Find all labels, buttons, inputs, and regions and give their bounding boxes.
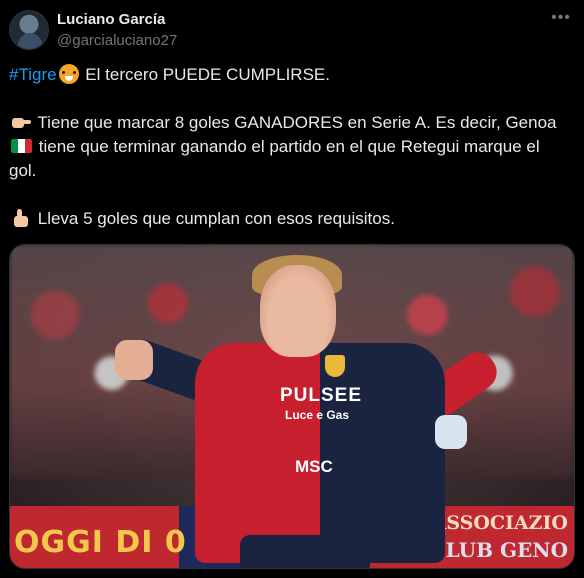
hashtag-link[interactable]: #Tigre [9, 65, 57, 84]
player-shorts [240, 535, 370, 568]
more-dots-icon[interactable]: ••• [551, 9, 571, 29]
player-figure: PULSEE Luce e Gas MSC [100, 255, 504, 568]
avatar[interactable] [9, 10, 49, 50]
tweet-line-2-text-a: Tiene que marcar 8 goles GANADORES en Se… [37, 113, 557, 132]
tweet-line-1: #Tigre El tercero PUEDE CUMPLIRSE. [9, 63, 575, 87]
author-handle[interactable]: @garcialuciano27 [57, 32, 177, 49]
tweet-line-3-text: Lleva 5 goles que cumplan con esos requi… [37, 209, 395, 228]
tiger-face-icon [58, 64, 79, 84]
pointing-right-icon [11, 112, 31, 132]
jersey-sponsor-2: MSC [295, 457, 333, 476]
tweet-line-2-text-b: tiene que terminar ganando el partido en… [38, 137, 540, 156]
italy-flag-icon [11, 139, 32, 153]
club-crest-icon [325, 355, 345, 377]
tweet-line-1-text: El tercero PUEDE CUMPLIRSE. [85, 65, 330, 84]
jersey-sponsor: PULSEE [280, 385, 363, 406]
author-name[interactable]: Luciano García [57, 11, 165, 28]
jersey-sponsor-sub: Luce e Gas [285, 408, 350, 422]
player-jersey [195, 343, 445, 563]
tweet-line-2c: gol. [9, 161, 37, 180]
tweet-line-2b: tiene que terminar ganando el partido en… [9, 135, 575, 159]
tweet-media-photo[interactable]: OGGI DI 0 ASSOCIAZIO CLUB GENO PULSEE Lu… [9, 244, 575, 569]
tweet-text: #Tigre El tercero PUEDE CUMPLIRSE. Tiene… [9, 63, 575, 231]
tweet-line-3: Lleva 5 goles que cumplan con esos requi… [9, 207, 575, 231]
tweet-header: Luciano García @garcialuciano27 ••• [9, 9, 575, 51]
player-head [260, 265, 336, 357]
player-right-fist [435, 415, 467, 449]
thumbs-up-icon [11, 208, 31, 228]
tweet-line-2: Tiene que marcar 8 goles GANADORES en Se… [9, 111, 575, 135]
player-left-fist [115, 340, 153, 380]
